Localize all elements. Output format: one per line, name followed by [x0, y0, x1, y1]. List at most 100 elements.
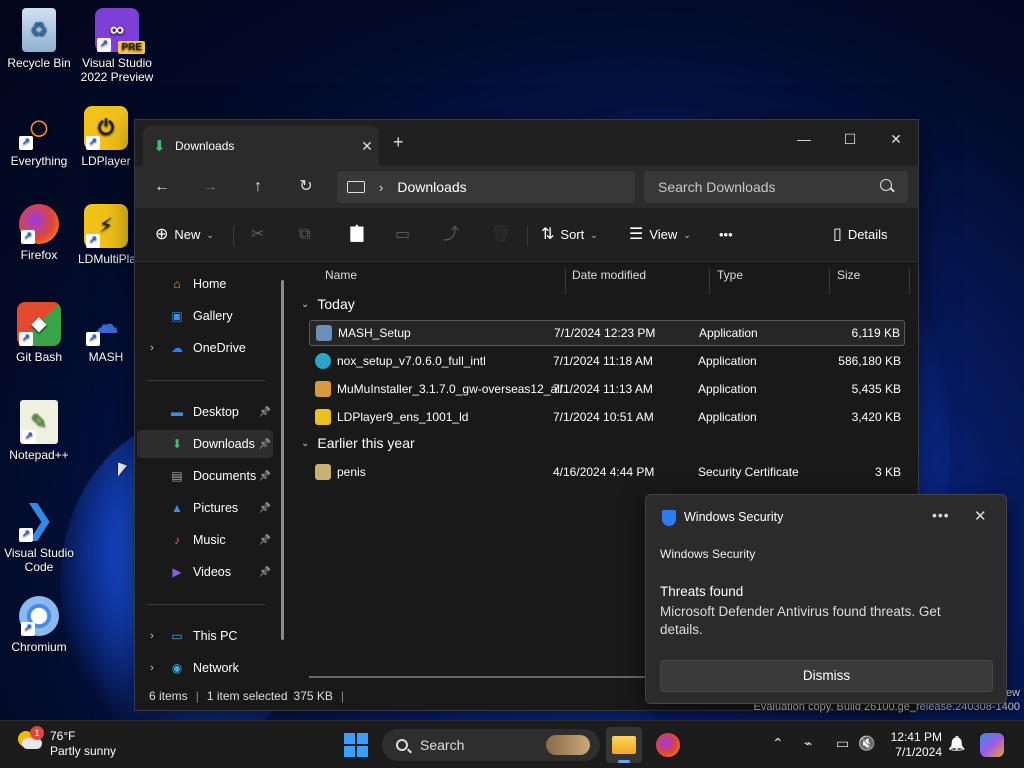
- taskbar-file-explorer[interactable]: [606, 727, 642, 763]
- desktop-icon-vscode[interactable]: ❯ ↗ Visual Studio Code: [0, 498, 78, 574]
- tab-close-icon[interactable]: ✕: [355, 138, 379, 155]
- desktop-icon-visual-studio-preview[interactable]: ∞ ↗ PRE Visual Studio 2022 Preview: [78, 8, 156, 84]
- back-button[interactable]: ←: [147, 174, 177, 200]
- minimize-button[interactable]: —: [781, 126, 827, 152]
- address-bar: ← → ↑ ↻ › Downloads: [135, 166, 918, 208]
- start-button[interactable]: [344, 733, 368, 757]
- sidebar-item-network[interactable]: › ◉ Network: [137, 654, 273, 682]
- maximize-button[interactable]: ☐: [827, 126, 873, 152]
- network-icon: ◉: [171, 661, 183, 675]
- copy-button[interactable]: ⧉: [299, 222, 316, 248]
- column-divider[interactable]: [565, 268, 566, 294]
- firefox-icon: ↗: [19, 204, 59, 244]
- close-icon[interactable]: ✕: [974, 507, 987, 525]
- sidebar-item-documents[interactable]: ▤ Documents 📌: [137, 462, 273, 490]
- close-button[interactable]: ✕: [873, 126, 918, 152]
- desktop-icon-notepad-plus-plus[interactable]: ✎ ↗ Notepad++: [0, 400, 78, 462]
- clock[interactable]: 12:41 PM 7/1/2024: [880, 730, 942, 760]
- delete-button[interactable]: 🗑: [491, 222, 517, 248]
- cut-button[interactable]: ✂: [251, 222, 270, 248]
- volume-muted-icon[interactable]: 🔇: [858, 735, 875, 752]
- tab-downloads[interactable]: ⬇ Downloads ✕: [143, 126, 379, 166]
- notification-body: Microsoft Defender Antivirus found threa…: [660, 604, 941, 637]
- breadcrumb-downloads[interactable]: Downloads: [397, 179, 466, 195]
- view-button[interactable]: ☰ View ⌄: [629, 222, 691, 248]
- desktop-icon-mash[interactable]: ☁ ↗ MASH: [78, 302, 134, 364]
- breadcrumb[interactable]: › Downloads: [337, 171, 635, 203]
- navigation-pane: ⌂ Home ▣ Gallery › ☁ OneDrive ▬ Desktop …: [135, 262, 291, 682]
- taskbar-search[interactable]: Search: [382, 729, 600, 761]
- column-divider[interactable]: [709, 268, 710, 294]
- paste-button[interactable]: 📋: [347, 222, 373, 248]
- chevron-right-icon[interactable]: ›: [145, 662, 159, 674]
- column-date-modified[interactable]: Date modified: [572, 268, 646, 282]
- git-bash-icon: ◆ ↗: [17, 302, 61, 346]
- desktop-icon-ldmultiplayer[interactable]: ⚡↗ LDMultiPlayer: [78, 204, 134, 266]
- refresh-button[interactable]: ↻: [291, 174, 321, 200]
- windows-security-notification[interactable]: Windows Security ••• ✕ Windows Security …: [645, 494, 1007, 704]
- sidebar-item-onedrive[interactable]: › ☁ OneDrive: [137, 334, 273, 362]
- sidebar-item-downloads[interactable]: ⬇ Downloads 📌: [137, 430, 273, 458]
- desktop-icon-ldplayer[interactable]: ⏻ ↗ LDPlayer: [78, 106, 134, 168]
- group-earlier-this-year[interactable]: ⌄ Earlier this year: [301, 435, 415, 451]
- tray-overflow-icon[interactable]: ⌃: [772, 735, 784, 752]
- sidebar-item-this-pc[interactable]: › ▭ This PC: [137, 622, 273, 650]
- search-input[interactable]: [644, 171, 908, 203]
- details-button[interactable]: ▯ Details: [833, 222, 888, 248]
- desktop-icon-git-bash[interactable]: ◆ ↗ Git Bash: [0, 302, 78, 364]
- column-divider[interactable]: [909, 268, 910, 294]
- more-options-button[interactable]: •••: [719, 222, 733, 248]
- rename-button[interactable]: ▭: [395, 222, 416, 248]
- display-icon[interactable]: ▭: [836, 735, 849, 752]
- up-button[interactable]: ↑: [243, 174, 273, 200]
- table-row[interactable]: penis 4/16/2024 4:44 PM Security Certifi…: [309, 459, 905, 485]
- sidebar-item-desktop[interactable]: ▬ Desktop 📌: [137, 398, 273, 426]
- sidebar-item-music[interactable]: ♪ Music 📌: [137, 526, 273, 554]
- table-row[interactable]: MuMuInstaller_3.1.7.0_gw-overseas12_all.…: [309, 376, 905, 402]
- sidebar-item-home[interactable]: ⌂ Home: [137, 270, 273, 298]
- desktop-icon-recycle-bin[interactable]: ♻ Recycle Bin: [0, 8, 78, 70]
- table-row[interactable]: LDPlayer9_ens_1001_ld 7/1/2024 10:51 AM …: [309, 404, 905, 430]
- desktop-icon-chromium[interactable]: ↗ Chromium: [0, 596, 78, 654]
- sidebar-item-gallery[interactable]: ▣ Gallery: [137, 302, 273, 330]
- forward-button[interactable]: →: [195, 174, 225, 200]
- nav-scrollbar[interactable]: [281, 280, 284, 640]
- package-icon: [315, 381, 331, 397]
- group-today[interactable]: ⌄ Today: [301, 296, 355, 312]
- ldplayer-icon: ⏻ ↗: [84, 106, 128, 150]
- column-type[interactable]: Type: [717, 268, 743, 282]
- sort-button[interactable]: ⇅ Sort ⌄: [541, 222, 598, 248]
- more-icon[interactable]: •••: [932, 507, 950, 523]
- shield-icon: [662, 510, 676, 526]
- table-row[interactable]: MASH_Setup 7/1/2024 12:23 PM Application…: [309, 320, 905, 346]
- desktop-icon-everything[interactable]: ○ ↗ Everything: [0, 106, 78, 168]
- new-tab-button[interactable]: +: [393, 132, 404, 153]
- desktop-icon-firefox[interactable]: ↗ Firefox: [0, 204, 78, 262]
- pin-icon: 📌: [258, 566, 271, 578]
- column-name[interactable]: Name: [325, 268, 357, 282]
- pictures-icon: ▲: [171, 501, 183, 515]
- view-list-icon: ☰: [629, 226, 644, 243]
- visual-studio-icon: ∞ ↗ PRE: [95, 8, 145, 54]
- plus-circle-icon: ⊕: [155, 226, 169, 243]
- notification-bell-icon[interactable]: 🔔: [948, 735, 965, 752]
- dismiss-button[interactable]: Dismiss: [660, 660, 993, 692]
- chevron-down-icon: ⌄: [590, 230, 598, 240]
- search-highlight-icon: [546, 735, 590, 755]
- share-button[interactable]: ⤴: [443, 222, 465, 248]
- table-row[interactable]: nox_setup_v7.0.6.0_full_intl 7/1/2024 11…: [309, 348, 905, 374]
- sidebar-item-videos[interactable]: ▶ Videos 📌: [137, 558, 273, 586]
- ldmultiplayer-icon: ⚡ ↗: [84, 204, 128, 248]
- chevron-down-icon: ⌄: [301, 437, 310, 449]
- column-divider[interactable]: [829, 268, 830, 294]
- network-icon[interactable]: ⌁: [804, 735, 812, 752]
- chevron-right-icon[interactable]: ›: [145, 630, 159, 642]
- chevron-right-icon[interactable]: ›: [145, 342, 159, 354]
- new-button[interactable]: ⊕ New ⌄: [155, 222, 214, 248]
- copilot-icon[interactable]: [980, 733, 1004, 757]
- weather-widget[interactable]: 1 76°F Partly sunny: [18, 726, 116, 759]
- divider: [527, 226, 528, 246]
- taskbar-firefox[interactable]: [650, 727, 686, 763]
- sidebar-item-pictures[interactable]: ▲ Pictures 📌: [137, 494, 273, 522]
- column-size[interactable]: Size: [837, 268, 860, 282]
